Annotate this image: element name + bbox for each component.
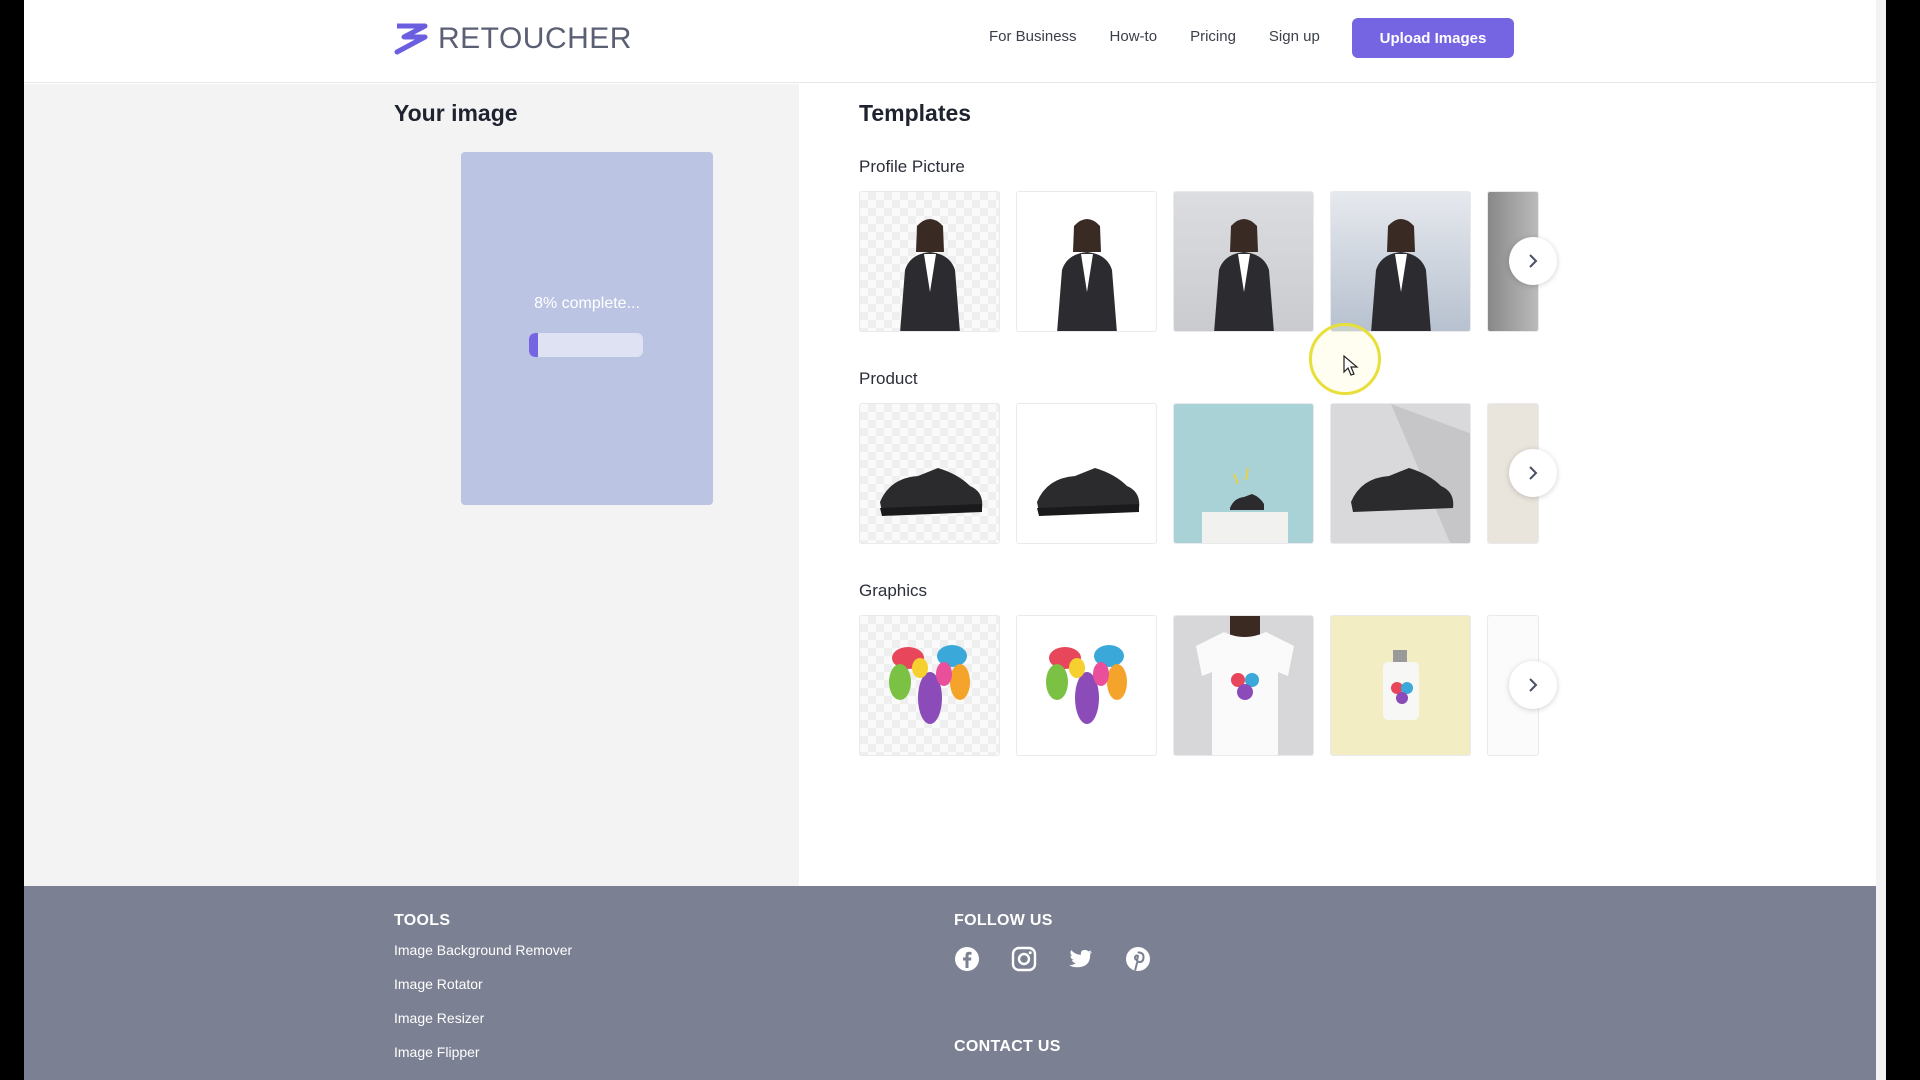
mouse-cursor-icon [1343, 355, 1359, 376]
follow-title: FOLLOW US [954, 912, 1053, 929]
site-header: RETOUCHER For Business How-to Pricing Si… [24, 0, 1886, 83]
woman-portrait-image [1371, 219, 1431, 331]
follow-section: FOLLOW US [954, 912, 1151, 972]
progress-text: 8% complete... [534, 295, 640, 312]
colorful-heart-graphic [1046, 645, 1127, 724]
upload-images-button[interactable]: Upload Images [1352, 18, 1514, 58]
tools-section: TOOLS Image Background Remover Image Rot… [394, 912, 572, 1078]
template-thumbnail[interactable] [1016, 615, 1157, 756]
section-title-product: Product [859, 369, 918, 388]
sneaker-on-pedestal-image [1202, 467, 1288, 543]
template-thumbnail[interactable] [1330, 615, 1471, 756]
contact-section: CONTACT US [954, 1038, 1061, 1056]
woman-portrait-image [1214, 219, 1274, 331]
profile-picture-row [859, 191, 1559, 332]
colorful-heart-graphic [889, 645, 970, 724]
scrollbar[interactable] [1876, 0, 1886, 1080]
template-thumbnail[interactable] [1330, 191, 1471, 332]
progress-bar [529, 333, 643, 357]
template-thumbnail[interactable] [1330, 403, 1471, 544]
next-button[interactable] [1509, 661, 1557, 709]
nav-for-business[interactable]: For Business [989, 28, 1077, 45]
sneaker-image [1037, 468, 1140, 516]
template-thumbnail[interactable] [859, 191, 1000, 332]
instagram-icon[interactable] [1011, 946, 1037, 972]
twitter-icon[interactable] [1068, 946, 1094, 972]
sneaker-image [880, 468, 983, 516]
section-title-profile-picture: Profile Picture [859, 157, 965, 176]
sneaker-image [1351, 404, 1470, 543]
tool-link[interactable]: Image Rotator [394, 976, 572, 992]
progress-fill [529, 333, 539, 357]
product-row [859, 403, 1559, 544]
brand-name: RETOUCHER [438, 22, 632, 55]
browser-viewport: RETOUCHER For Business How-to Pricing Si… [24, 0, 1886, 1080]
logo[interactable]: RETOUCHER [394, 22, 632, 56]
template-thumbnail[interactable] [1016, 191, 1157, 332]
template-thumbnail[interactable] [1016, 403, 1157, 544]
templates-panel: Templates Profile Picture Product Graphi… [799, 84, 1886, 886]
woman-portrait-image [900, 219, 960, 331]
template-thumbnail[interactable] [1173, 191, 1314, 332]
pinterest-icon[interactable] [1125, 946, 1151, 972]
nav-sign-up[interactable]: Sign up [1269, 28, 1320, 45]
templates-title: Templates [859, 100, 972, 126]
template-thumbnail[interactable] [859, 403, 1000, 544]
template-thumbnail[interactable] [1173, 403, 1314, 544]
tools-title: TOOLS [394, 912, 451, 929]
nav-how-to[interactable]: How-to [1110, 28, 1158, 45]
tools-list: Image Background Remover Image Rotator I… [394, 942, 572, 1060]
tool-link[interactable]: Image Resizer [394, 1010, 572, 1026]
social-links [954, 946, 1151, 972]
contact-title: CONTACT US [954, 1038, 1061, 1055]
tshirt-mockup-image [1196, 616, 1294, 755]
woman-portrait-image [1057, 219, 1117, 331]
chevron-right-icon [1529, 254, 1538, 268]
retoucher-logo-icon [394, 23, 428, 55]
bottle-mockup-image [1383, 650, 1419, 720]
tool-link[interactable]: Image Flipper [394, 1044, 572, 1060]
tool-link[interactable]: Image Background Remover [394, 942, 572, 958]
main-nav: For Business How-to Pricing Sign up [989, 28, 1320, 45]
template-thumbnail[interactable] [1173, 615, 1314, 756]
nav-pricing[interactable]: Pricing [1190, 28, 1236, 45]
site-footer: TOOLS Image Background Remover Image Rot… [24, 886, 1886, 1080]
chevron-right-icon [1529, 678, 1538, 692]
template-thumbnail[interactable] [859, 615, 1000, 756]
chevron-right-icon [1529, 466, 1538, 480]
facebook-icon[interactable] [954, 946, 980, 972]
your-image-panel: Your image 8% complete... [24, 84, 799, 886]
next-button[interactable] [1509, 449, 1557, 497]
image-preview-card: 8% complete... [461, 152, 713, 505]
your-image-title: Your image [394, 100, 518, 126]
graphics-row [859, 615, 1559, 756]
section-title-graphics: Graphics [859, 581, 928, 600]
next-button[interactable] [1509, 237, 1557, 285]
